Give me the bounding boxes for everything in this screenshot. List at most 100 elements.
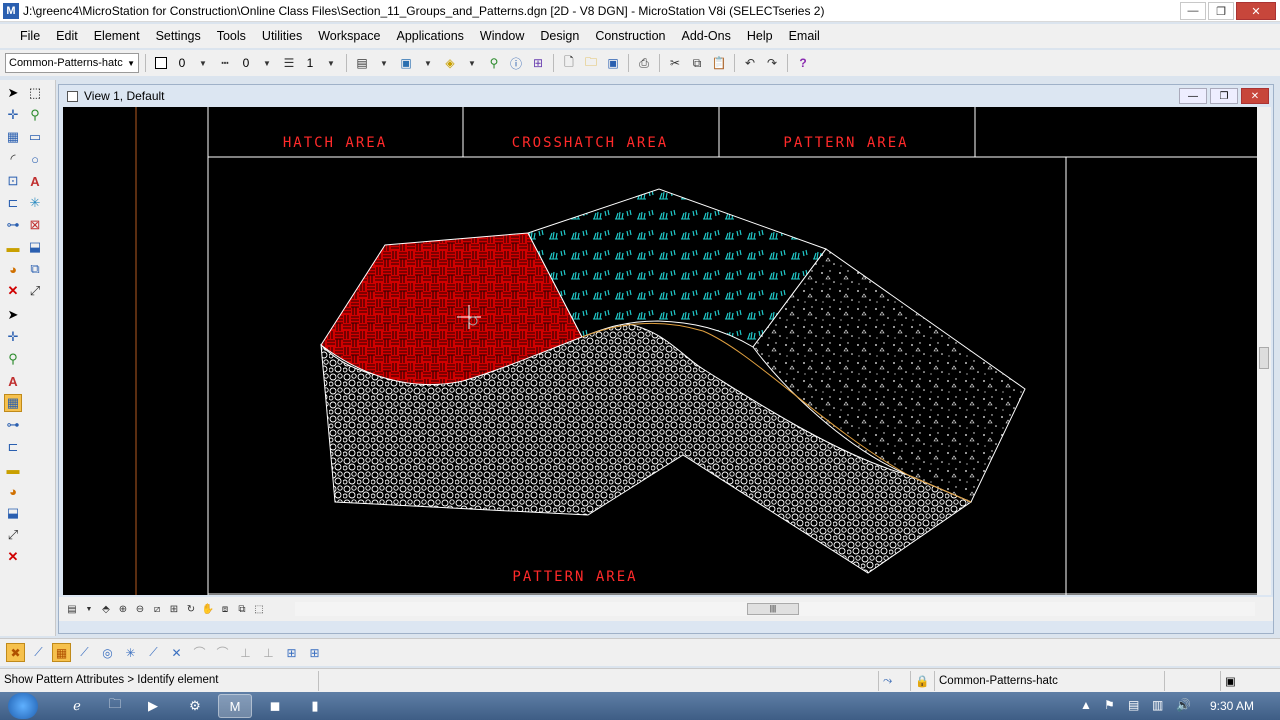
- color-swatch-icon[interactable]: [152, 54, 170, 72]
- undo-icon[interactable]: ↶: [741, 54, 759, 72]
- menu-window[interactable]: Window: [472, 29, 532, 43]
- group-icon[interactable]: ⊠: [26, 216, 44, 234]
- active-level-combo[interactable]: Common-Patterns-hatc ▼: [5, 53, 139, 73]
- copy-view-icon[interactable]: ⬚: [252, 602, 266, 616]
- pattern-area-icon[interactable]: ◎: [98, 643, 117, 662]
- modify-tool-icon[interactable]: ⊶: [4, 416, 22, 434]
- horizontal-scrollbar[interactable]: |||: [295, 602, 1255, 616]
- line-weight-icon[interactable]: ☰: [280, 54, 298, 72]
- line-style-icon[interactable]: ┅: [216, 54, 234, 72]
- lock-icon[interactable]: 🔒: [910, 671, 934, 691]
- snaps-icon[interactable]: ⊞: [529, 54, 547, 72]
- tool-f-icon[interactable]: ⊞: [305, 643, 324, 662]
- chevron-down-icon[interactable]: ▼: [258, 54, 276, 72]
- ie-icon[interactable]: ℯ: [60, 694, 94, 718]
- circle-icon[interactable]: ○: [26, 150, 44, 168]
- window-area-icon[interactable]: ⧄: [150, 602, 164, 616]
- menu-help[interactable]: Help: [739, 29, 781, 43]
- menu-add-ons[interactable]: Add-Ons: [674, 29, 739, 43]
- save-icon[interactable]: ▣: [604, 54, 622, 72]
- new-file-icon[interactable]: 🗋: [560, 54, 578, 72]
- zoom-out-icon[interactable]: ⊖: [133, 602, 147, 616]
- menu-applications[interactable]: Applications: [389, 29, 472, 43]
- menu-construction[interactable]: Construction: [587, 29, 673, 43]
- tray-expand-icon[interactable]: ▲: [1080, 698, 1092, 712]
- view-next-icon[interactable]: ⧉: [235, 602, 249, 616]
- tool-b-icon[interactable]: ⌒: [213, 643, 232, 662]
- pattern-tool-icon[interactable]: ▦: [4, 394, 22, 412]
- dimension-icon[interactable]: ⊏: [4, 194, 22, 212]
- element-selection-icon[interactable]: ➤: [4, 84, 22, 102]
- microstation-task-icon[interactable]: M: [218, 694, 252, 718]
- change-attributes-icon[interactable]: ▬: [4, 238, 22, 256]
- drawing-canvas[interactable]: HATCH AREA CROSSHATCH AREA PATTERN AREA …: [63, 107, 1257, 595]
- help-icon[interactable]: ?: [794, 54, 812, 72]
- open-folder-icon[interactable]: 🗀: [582, 54, 600, 72]
- patterns-icon[interactable]: ▦: [4, 128, 22, 146]
- measure-tool-icon[interactable]: ⚲: [4, 350, 22, 368]
- measure-icon[interactable]: ⚲: [26, 106, 44, 124]
- chevron-down-icon[interactable]: ▼: [375, 54, 393, 72]
- match-attributes-icon[interactable]: ⟋: [144, 643, 163, 662]
- view-attributes-icon[interactable]: ▤: [65, 602, 79, 616]
- redo-icon[interactable]: ↷: [763, 54, 781, 72]
- maximize-button[interactable]: ❐: [1208, 2, 1234, 20]
- rotate-view-icon[interactable]: ↻: [184, 602, 198, 616]
- status-active-level[interactable]: Common-Patterns-hatc: [934, 671, 1164, 691]
- network-icon[interactable]: ▤: [1128, 698, 1139, 712]
- menu-workspace[interactable]: Workspace: [310, 29, 388, 43]
- network-status-icon[interactable]: ▥: [1152, 698, 1163, 712]
- app-task-icon[interactable]: ◼: [258, 694, 292, 718]
- volume-icon[interactable]: 🔊: [1176, 698, 1191, 712]
- chevron-down-icon[interactable]: ▼: [194, 54, 212, 72]
- menu-settings[interactable]: Settings: [148, 29, 209, 43]
- close-button[interactable]: ✕: [1236, 2, 1276, 20]
- text-icon[interactable]: A: [26, 172, 44, 190]
- action-center-icon[interactable]: ⚑: [1104, 698, 1115, 712]
- drop-tool-icon[interactable]: ⬓: [4, 504, 22, 522]
- render-tool-icon[interactable]: ◕: [4, 482, 22, 500]
- chevron-down-icon[interactable]: ▼: [82, 602, 96, 616]
- scale-icon[interactable]: ⤢: [26, 282, 44, 300]
- menu-utilities[interactable]: Utilities: [254, 29, 310, 43]
- select-tool-icon[interactable]: ➤: [4, 306, 22, 324]
- horizontal-scroll-thumb[interactable]: |||: [747, 603, 799, 615]
- linear-pattern-icon[interactable]: ⟋: [75, 643, 94, 662]
- dimension-tool-icon[interactable]: ⊏: [4, 438, 22, 456]
- menu-file[interactable]: File: [12, 29, 48, 43]
- show-pattern-icon[interactable]: ✳: [121, 643, 140, 662]
- crosshatch-tool-icon[interactable]: ▦: [52, 643, 71, 662]
- chevron-down-icon[interactable]: ▼: [419, 54, 437, 72]
- utility-icon[interactable]: ⚙: [178, 694, 212, 718]
- view-previous-icon[interactable]: ⧈: [218, 602, 232, 616]
- tool-e-icon[interactable]: ⊞: [282, 643, 301, 662]
- update-view-icon[interactable]: ⬘: [99, 602, 113, 616]
- fence-icon[interactable]: ⬚: [26, 84, 44, 102]
- hatch-tool-icon[interactable]: ⟋: [29, 643, 48, 662]
- points-icon[interactable]: ✛: [4, 106, 22, 124]
- start-button[interactable]: [8, 693, 38, 719]
- render-icon[interactable]: ◕: [4, 260, 22, 278]
- info-icon[interactable]: ⓘ: [507, 54, 525, 72]
- attributes-icon[interactable]: ⚲: [485, 54, 503, 72]
- vertical-scrollbar[interactable]: [1257, 107, 1271, 595]
- drop-icon[interactable]: ⬓: [26, 238, 44, 256]
- menu-tools[interactable]: Tools: [209, 29, 254, 43]
- tool-task-icon[interactable]: ▮: [298, 694, 332, 718]
- view-close-button[interactable]: ✕: [1241, 88, 1269, 104]
- zoom-in-icon[interactable]: ⊕: [116, 602, 130, 616]
- manipulate-icon[interactable]: ✳: [26, 194, 44, 212]
- line-weight-value[interactable]: 1: [302, 56, 318, 70]
- color-value[interactable]: 0: [174, 56, 190, 70]
- rectangle-icon[interactable]: ▭: [26, 128, 44, 146]
- delete-icon[interactable]: ✕: [4, 282, 22, 300]
- delete-pattern-icon[interactable]: ✕: [167, 643, 186, 662]
- line-style-value[interactable]: 0: [238, 56, 254, 70]
- menu-element[interactable]: Element: [86, 29, 148, 43]
- view-minimize-button[interactable]: —: [1179, 88, 1207, 104]
- save-status-icon[interactable]: ▣: [1220, 671, 1250, 691]
- scale-tool-icon[interactable]: ⤢: [4, 526, 22, 544]
- levels-icon[interactable]: ◈: [441, 54, 459, 72]
- chevron-down-icon[interactable]: ▼: [322, 54, 340, 72]
- explorer-icon[interactable]: 🗀: [98, 694, 132, 718]
